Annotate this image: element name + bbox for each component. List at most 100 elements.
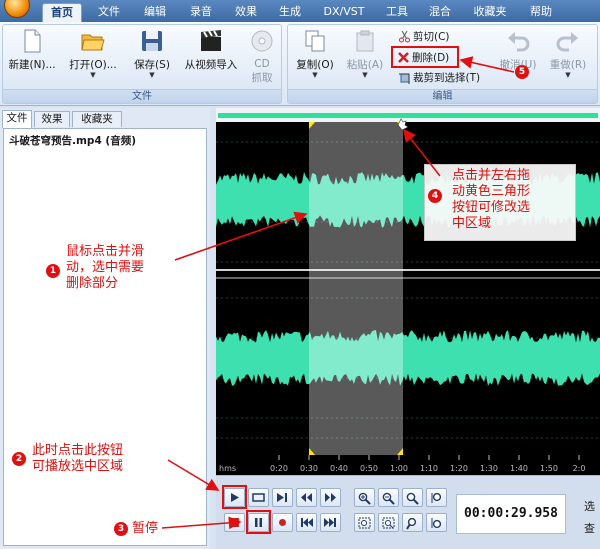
timeline-ruler[interactable]: hms 0:20 0:30 0:40 0:50 1:00 1:10 1:20 1:30 1:40… [216,455,600,475]
floppy-save-icon [142,31,162,51]
timeline-tick-label: 1:30 [480,464,498,473]
tab-help[interactable]: 帮助 [522,3,560,22]
tab-record[interactable]: 录音 [182,3,220,22]
tab-home[interactable]: 首页 [42,3,82,22]
step-4-badge: 4 [428,189,442,203]
tab-file[interactable]: 文件 [90,3,128,22]
zoom-to-selection-button[interactable] [378,513,399,532]
pause-button-highlight [246,510,271,534]
tab-dxvst[interactable]: DX/VST [316,3,372,22]
play-to-end-icon [277,493,287,502]
zoom-out-icon [382,492,395,505]
dropdown-arrow-icon: ▼ [90,71,96,79]
zoom-left-icon [406,517,417,530]
redo-arrow-icon [556,32,578,52]
cut-button[interactable]: 剪切(C) [398,29,450,46]
dropdown-arrow-icon: ▼ [312,71,318,79]
tab-edit[interactable]: 编辑 [136,3,174,22]
timeline-tick-label: 0:50 [360,464,378,473]
stop-button[interactable] [224,513,245,532]
selection-region[interactable] [309,122,403,455]
ribbon-group-file-title: 文件 [3,89,281,103]
tab-effects[interactable]: 效果 [227,3,265,22]
loop-icon [252,493,265,502]
scissors-icon [399,30,410,43]
cd-disc-icon [251,30,273,52]
overview-bar[interactable] [216,108,600,122]
redo-button[interactable]: 重做(R) ▼ [546,28,590,84]
loop-button[interactable] [248,488,269,507]
zoom-out-button[interactable] [378,488,399,507]
file-list: 斗破苍穹预告.mp4 (音频) [3,128,207,546]
zoom-selection-button[interactable] [354,513,375,532]
new-button[interactable]: 新建(N)... [6,28,58,84]
timeline-tick-label: 1:20 [450,464,468,473]
overview-range [218,113,598,118]
fast-forward-button[interactable] [320,488,341,507]
menu-bar: 首页 文件 编辑 录音 效果 生成 DX/VST 工具 混合 收藏夹 帮助 [0,0,600,22]
timeline-unit: hms [219,464,236,473]
side-tab-favorites[interactable]: 收藏夹 [72,111,122,127]
app-menu-orb-icon[interactable] [4,0,30,18]
save-button[interactable]: 保存(S) ▼ [127,28,177,84]
cd-rip-button[interactable]: CD 抓取 [245,28,279,84]
timeline-tick-label: 1:00 [390,464,408,473]
timeline-tick-label: 1:40 [510,464,528,473]
zoom-vertical-out-button[interactable] [426,513,447,532]
copy-button[interactable]: 复制(O) ▼ [293,28,337,84]
ribbon-toolbar: 新建(N)... 打开(O)... ▼ 保存(S) ▼ 从视频导入 CD 抓取 … [0,22,600,106]
callout-2: 2 此时点击此按钮 可播放选中区域 [12,443,123,475]
tab-generate[interactable]: 生成 [271,3,309,22]
zoom-full-icon [406,492,419,505]
step-5-badge: 5 [515,65,529,79]
timeline-tick-label: 1:10 [420,464,438,473]
selection-info-label: 选 [584,500,595,513]
play-to-end-button[interactable] [272,488,293,507]
timeline-ruler-canvas: hms 0:20 0:30 0:40 0:50 1:00 1:10 1:20 1:30 1:40… [219,455,586,473]
step-2-badge: 2 [12,452,26,466]
waveform-editor[interactable] [216,108,600,455]
step-3-badge: 3 [114,522,128,536]
tab-tools[interactable]: 工具 [378,3,416,22]
tab-favorites[interactable]: 收藏夹 [466,3,514,22]
zoom-vertical-icon [431,492,442,503]
rewind-button[interactable] [296,488,317,507]
timeline-tick-label: 0:40 [330,464,348,473]
callout-4: 4 点击并左右拖 动黄色三角形 按钮可修改选 中区域 [428,168,530,232]
go-to-end-button[interactable] [320,513,341,532]
side-tab-effects[interactable]: 效果 [34,111,70,127]
paste-button[interactable]: 粘贴(A) ▼ [343,28,387,84]
timeline-tick-label: 0:20 [270,464,288,473]
new-document-icon [24,29,41,53]
zoom-vertical-out-icon [431,518,442,529]
dropdown-arrow-icon: ▼ [565,71,571,79]
film-clapper-icon [201,30,221,51]
ribbon-group-edit-title: 编辑 [288,89,597,103]
paste-clipboard-icon [356,30,374,52]
tab-mix[interactable]: 混合 [421,3,459,22]
file-browser-panel: 文件 效果 收藏夹 斗破苍穹预告.mp4 (音频) [0,108,210,549]
zoom-to-selection-icon [382,517,395,529]
side-tab-files[interactable]: 文件 [2,110,32,128]
zoom-left-button[interactable] [402,513,423,532]
import-from-video-button[interactable]: 从视频导入 [183,28,239,84]
zoom-in-button[interactable] [354,488,375,507]
time-display: 00:00:29.958 [456,494,566,534]
crop-icon [399,73,410,84]
file-list-item[interactable]: 斗破苍穹预告.mp4 (音频) [9,133,136,148]
record-button[interactable] [272,513,293,532]
open-button[interactable]: 打开(O)... ▼ [67,28,119,84]
crop-to-selection-button[interactable]: 裁剪到选择(T) [398,70,480,87]
view-info-label: 查 [584,522,595,535]
timeline-tick-label: 0:30 [300,464,318,473]
rewind-icon [301,493,312,502]
callout-3: 3 暂停 [114,521,158,537]
step-1-badge: 1 [46,264,60,278]
record-icon [279,519,286,526]
zoom-full-button[interactable] [402,488,423,507]
copy-icon [305,30,325,52]
timeline-tick-label: 2:0 [573,464,586,473]
go-to-start-button[interactable] [296,513,317,532]
folder-open-icon [81,34,105,51]
zoom-vertical-button[interactable] [426,488,447,507]
